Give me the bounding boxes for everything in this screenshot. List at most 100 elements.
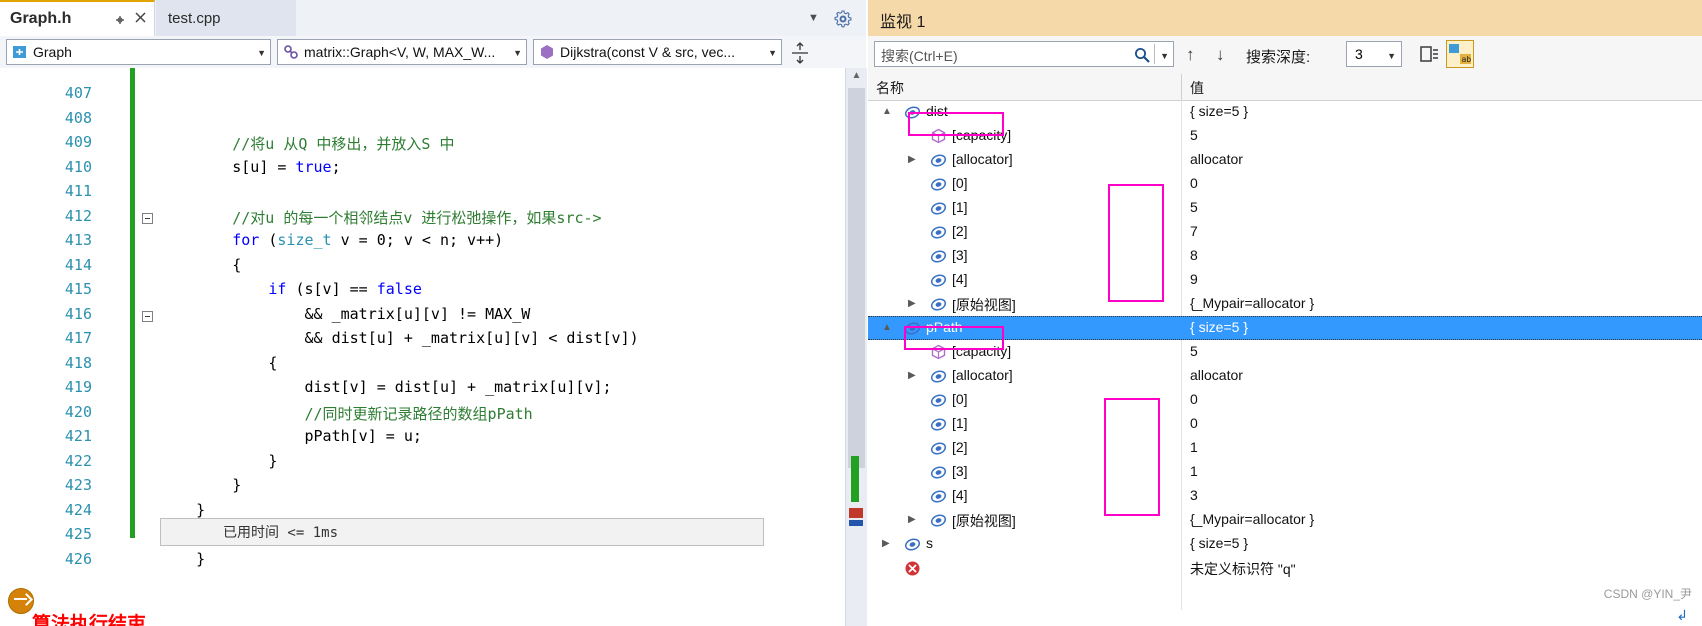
code-folding-column[interactable] [142, 68, 156, 626]
chevron-down-icon[interactable]: ▼ [808, 12, 822, 24]
fold-toggle[interactable] [142, 213, 153, 224]
arrow-down-icon[interactable]: ↓ [1216, 45, 1225, 65]
arrow-icon: ↲ [1676, 607, 1688, 623]
arrow-up-icon[interactable]: ↑ [1186, 45, 1195, 65]
nav-scope-dropdown[interactable]: matrix::Graph<V, W, MAX_W... ▼ [277, 39, 527, 65]
code-token: { [160, 353, 278, 372]
watch-row-name: [3] [952, 463, 968, 479]
watch-row[interactable]: [1] 0 [868, 412, 1702, 436]
watch-row[interactable]: [4] 9 [868, 268, 1702, 292]
watch-row-name: [0] [952, 391, 968, 407]
chevron-right-icon[interactable]: ▶ [908, 370, 920, 382]
variable-icon [930, 440, 947, 457]
error-icon [904, 560, 921, 577]
watch-row[interactable]: [0] 0 [868, 172, 1702, 196]
search-icon[interactable] [1133, 46, 1151, 64]
watch-row-value: 1 [1190, 439, 1198, 455]
watch-row[interactable]: ▶ [allocator] allocator [868, 148, 1702, 172]
tab-test-cpp[interactable]: test.cpp [156, 0, 296, 36]
variable-icon [904, 104, 921, 121]
annotation-label: 算法执行结束 [32, 613, 147, 626]
watch-panel: 监视 1 搜索(Ctrl+E) ▼ ↑ ↓ 搜索深度: 3 ▼ ab 名称 值 … [868, 0, 1702, 626]
line-number: 422 [64, 451, 92, 470]
watch-row[interactable]: [3] 8 [868, 244, 1702, 268]
watch-row-value: 5 [1190, 199, 1198, 215]
watch-rows-container[interactable]: ▲ dist { size=5 } [capacity] 5 ▶ [allocator] al… [868, 100, 1702, 610]
pin-watch-icon[interactable] [1416, 41, 1442, 67]
code-token: pPath[v] = u; [160, 427, 422, 445]
line-number: 411 [64, 182, 92, 200]
breakpoint-gutter[interactable] [0, 68, 38, 626]
watch-row[interactable]: [2] 7 [868, 220, 1702, 244]
scrollbar-thumb[interactable] [848, 88, 865, 468]
code-token: if [268, 280, 287, 298]
watch-row[interactable]: [2] 1 [868, 436, 1702, 460]
chevron-right-icon[interactable]: ▶ [908, 514, 920, 526]
search-placeholder: 搜索(Ctrl+E) [881, 48, 958, 64]
watch-row-value: { size=5 } [1190, 319, 1248, 335]
watch-row[interactable]: [1] 5 [868, 196, 1702, 220]
gear-icon[interactable] [834, 10, 852, 28]
line-number: 414 [64, 255, 92, 274]
fold-toggle[interactable] [142, 311, 153, 322]
hex-display-icon[interactable]: ab [1446, 40, 1474, 68]
watch-row[interactable]: [capacity] 5 [868, 340, 1702, 364]
watch-row[interactable]: ▶ [原始视图] {_Mypair=allocator } [868, 292, 1702, 316]
line-number: 408 [64, 108, 92, 127]
variable-icon [930, 368, 947, 385]
close-icon[interactable] [134, 11, 148, 27]
watch-row[interactable]: ▲ pPath { size=5 } [868, 316, 1702, 340]
watch-row[interactable]: ▶ s { size=5 } [868, 532, 1702, 556]
line-number: 407 [64, 84, 92, 102]
watch-row[interactable]: [4] 3 [868, 484, 1702, 508]
chevron-right-icon[interactable]: ▶ [908, 298, 920, 310]
nav-member-dropdown[interactable]: Dijkstra(const V & src, vec... ▼ [533, 39, 782, 65]
watch-row[interactable]: ▲ dist { size=5 } [868, 100, 1702, 124]
chevron-right-icon[interactable]: ▶ [882, 538, 894, 550]
tab-graph-h[interactable]: Graph.h [0, 0, 155, 36]
pin-icon[interactable] [113, 13, 127, 27]
line-number: 418 [64, 353, 92, 372]
code-token: ; [331, 157, 341, 176]
watch-row-value: 5 [1190, 127, 1198, 143]
search-depth-select[interactable]: 3 ▼ [1346, 41, 1402, 67]
watch-row-value: 0 [1190, 415, 1198, 431]
editor-vertical-scrollbar[interactable]: ▲ [845, 68, 867, 626]
watch-row-name: [1] [952, 199, 968, 215]
watch-row[interactable]: [3] 1 [868, 460, 1702, 484]
nav-type-label: Graph [33, 44, 72, 60]
column-divider[interactable] [1181, 74, 1182, 100]
code-line: //将u 从Q 中移出，并放入S 中 [160, 133, 454, 154]
watch-row[interactable]: 未定义标识符 "q" [868, 556, 1702, 580]
watch-row[interactable]: ▶ [原始视图] {_Mypair=allocator } [868, 508, 1702, 532]
nav-type-dropdown[interactable]: Graph ▼ [6, 39, 271, 65]
line-number: 419 [64, 378, 92, 396]
arrow-icon [8, 588, 34, 614]
scroll-up-icon[interactable]: ▲ [849, 70, 864, 84]
variable-icon [930, 512, 947, 529]
chevron-down-icon[interactable]: ▼ [1160, 51, 1169, 61]
watch-row[interactable]: ▶ [allocator] allocator [868, 364, 1702, 388]
code-token: v = 0; v < n; v++) [331, 231, 504, 249]
line-number: 423 [64, 476, 92, 494]
column-header-value: 值 [1190, 80, 1204, 96]
watch-row[interactable]: [0] 0 [868, 388, 1702, 412]
chevron-down-icon[interactable]: ▲ [882, 106, 894, 118]
scrollbar-change-marker [851, 456, 859, 502]
watch-row-name: [capacity] [952, 127, 1012, 143]
code-area[interactable]: 407 408 409 410 411 412 413 414 415 416 417 418 419 4… [0, 68, 866, 626]
watch-row-name: [allocator] [952, 151, 1013, 167]
search-input[interactable]: 搜索(Ctrl+E) ▼ [874, 41, 1174, 67]
split-window-icon[interactable] [790, 42, 810, 64]
line-number: 424 [64, 500, 92, 519]
class-icon [11, 43, 29, 61]
chevron-down-icon[interactable]: ▲ [882, 322, 894, 334]
editor-tab-strip: Graph.h test.cpp ▼ [0, 0, 866, 37]
code-line: //同时更新记录路径的数组pPath [160, 403, 532, 424]
chevron-right-icon[interactable]: ▶ [908, 154, 920, 166]
watch-row[interactable]: [capacity] 5 [868, 124, 1702, 148]
watch-row-name: [1] [952, 415, 968, 431]
watch-row-value: 8 [1190, 247, 1198, 263]
code-line: { [160, 256, 241, 274]
field-icon [930, 344, 947, 361]
